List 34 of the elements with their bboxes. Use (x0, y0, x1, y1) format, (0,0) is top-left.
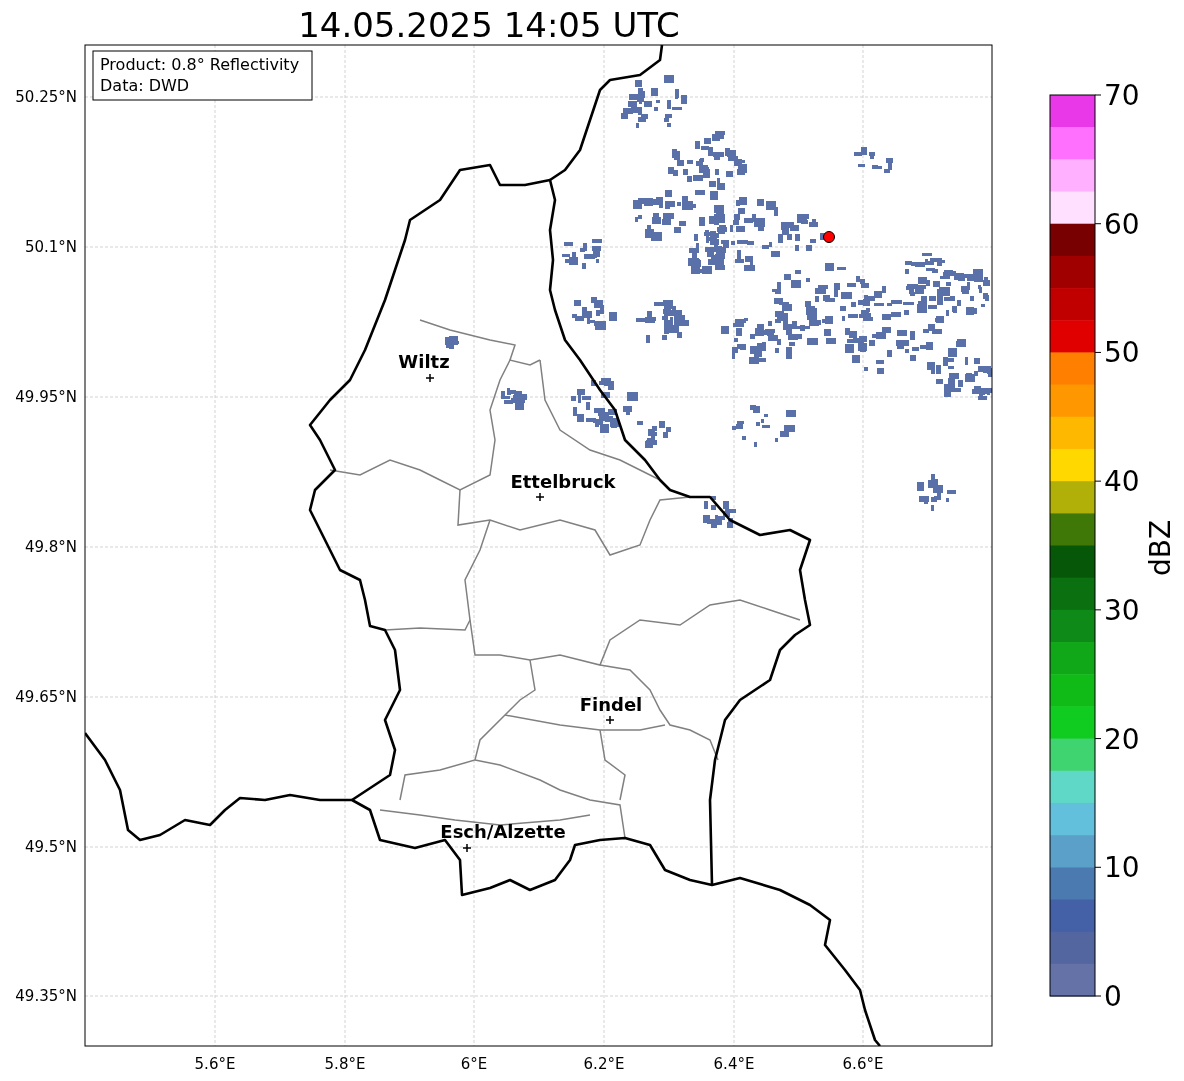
colorbar-tick-label: 70 (1104, 79, 1140, 112)
city-label: Findel (579, 694, 643, 715)
latitude-tick-label: 49.8°N (24, 538, 77, 556)
latitude-tick-label: 49.65°N (15, 688, 77, 706)
longitude-tick-label: 6°E (460, 1055, 488, 1073)
longitude-tick-label: 5.6°E (194, 1055, 236, 1073)
colorbar-tick-label: 30 (1104, 593, 1140, 627)
city-label: Wiltz (398, 351, 450, 372)
longitude-tick-label: 6.4°E (713, 1055, 755, 1073)
latitude-tick-label: 49.95°N (15, 388, 77, 406)
city-marker-icon (535, 492, 545, 502)
latitude-tick-label: 50.25°N (15, 88, 77, 106)
colorbar-tick-label: 60 (1104, 207, 1140, 241)
colorbar-tick-label: 40 (1104, 465, 1140, 499)
longitude-tick-label: 5.8°E (324, 1055, 366, 1073)
chart-title: 14.05.2025 14:05 UTC (298, 5, 680, 45)
latitude-tick-label: 49.5°N (24, 838, 77, 856)
colorbar-tick-label: 0 (1104, 980, 1122, 1013)
city-label: Ettelbruck (510, 471, 616, 492)
radar-site-marker (823, 231, 835, 243)
latitude-tick-label: 50.1°N (24, 238, 77, 256)
colorbar-tick-label: 50 (1104, 336, 1140, 370)
latitude-tick-label: 49.35°N (15, 987, 77, 1005)
colorbar-label: dBZ (1144, 519, 1177, 577)
city-marker-icon (605, 715, 615, 725)
city-marker-icon (462, 843, 472, 853)
longitude-tick-label: 6.2°E (583, 1055, 625, 1073)
legend-text: Product: 0.8° Reflectivity (100, 55, 300, 74)
colorbar-tick-label: 10 (1104, 851, 1140, 885)
legend-text: Data: DWD (100, 76, 190, 95)
longitude-tick-label: 6.6°E (842, 1055, 884, 1073)
city-marker-icon (425, 373, 435, 383)
city-label: Esch/Alzette (440, 821, 566, 842)
colorbar-tick-label: 20 (1104, 722, 1140, 756)
